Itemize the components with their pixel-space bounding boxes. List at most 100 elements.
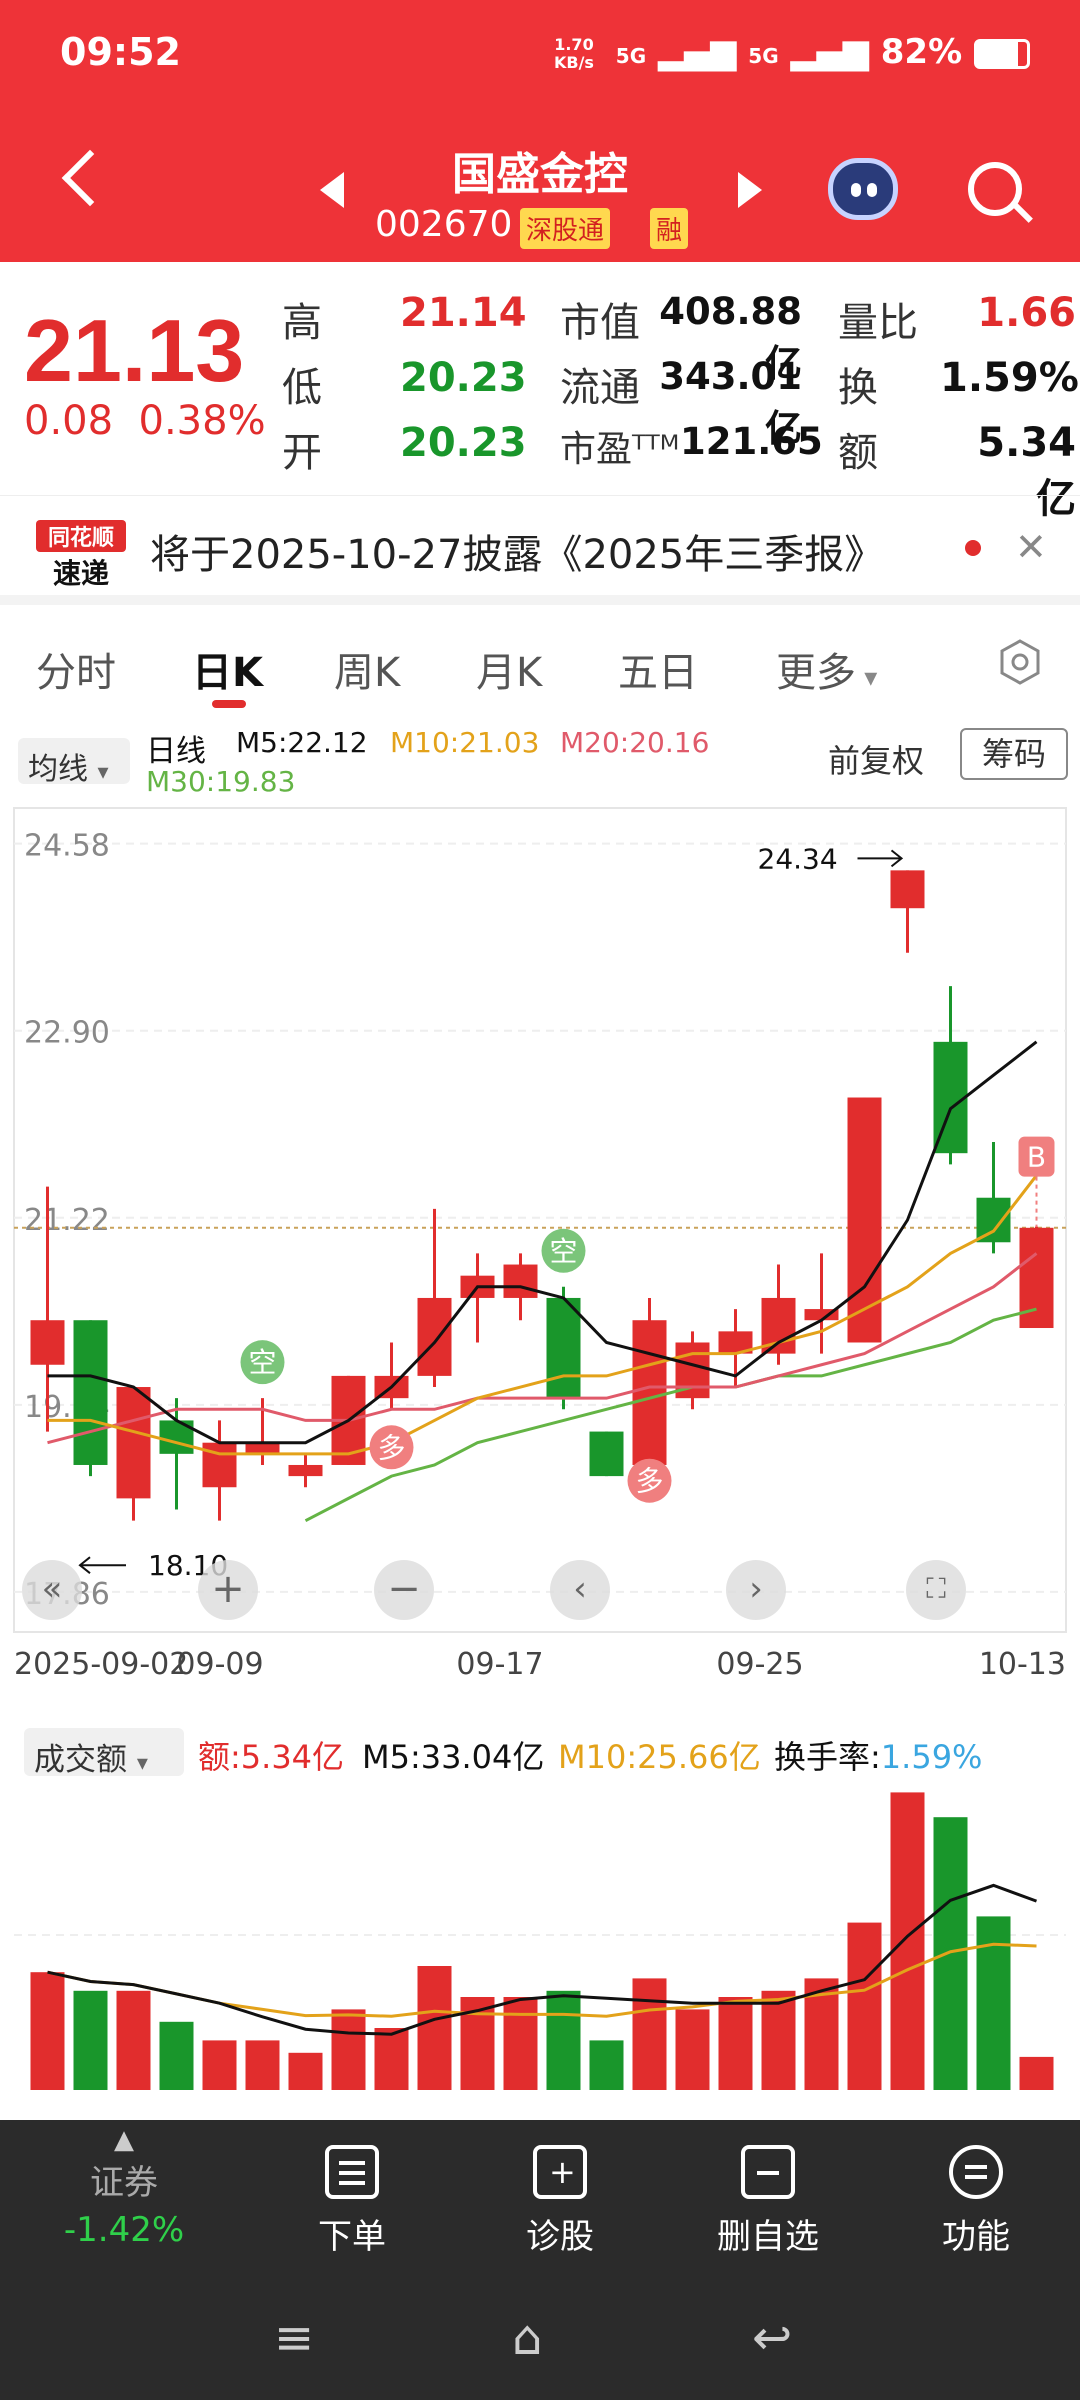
- volume-bar: [718, 1997, 753, 2090]
- chip-button[interactable]: 筹码: [960, 728, 1068, 780]
- tab-weekly-k[interactable]: 周K: [334, 640, 400, 698]
- close-icon[interactable]: ✕: [1015, 525, 1047, 569]
- zoom-in-icon[interactable]: +: [198, 1560, 258, 1620]
- remove-watchlist-button[interactable]: 删自选: [688, 2145, 848, 2258]
- market-index-button[interactable]: ▲ 证券 -1.42%: [44, 2125, 204, 2250]
- volume-bar: [1019, 2056, 1054, 2090]
- signal-icon-2: ▂▄▆: [790, 32, 869, 72]
- volume-indicator-selector[interactable]: 成交额 ▾: [24, 1728, 184, 1778]
- fullscreen-icon[interactable]: ⛶: [906, 1560, 966, 1620]
- float-label: 流通: [560, 365, 640, 411]
- turnover-value: 1.59%: [940, 355, 1079, 401]
- chevron-down-icon: ▾: [856, 663, 878, 693]
- order-button[interactable]: 下单: [272, 2145, 432, 2258]
- ma30-line: [304, 1307, 1037, 1522]
- volume-ratio-value: 1.66: [977, 290, 1076, 336]
- adjust-mode[interactable]: 前复权: [828, 736, 924, 782]
- margin-badge: 融: [650, 208, 689, 249]
- x-tick-label: 10-13: [979, 1647, 1066, 1680]
- candlestick-chart[interactable]: 24.5822.9021.2219.5417.86空多空多B24.3418.10…: [0, 800, 1080, 1680]
- open-value: 20.23: [400, 420, 527, 466]
- nav-home-icon[interactable]: ⌂: [512, 2310, 542, 2366]
- sell-signal-label: 空: [549, 1235, 577, 1268]
- scroll-left-icon[interactable]: ‹: [550, 1560, 610, 1620]
- diagnose-button[interactable]: + 诊股: [480, 2145, 640, 2258]
- volume-bar: [976, 1916, 1011, 2090]
- net-speed: 1.70 KB/s: [553, 34, 594, 72]
- x-tick-label: 09-17: [456, 1647, 543, 1680]
- volume-chart[interactable]: [0, 1780, 1080, 2100]
- low-label: 低: [282, 365, 322, 411]
- nav-menu-icon[interactable]: ≡: [274, 2310, 314, 2366]
- x-tick-label: 09-09: [176, 1647, 263, 1680]
- turnover-rate: 换手率:1.59%: [774, 1738, 983, 1776]
- status-time: 09:52: [60, 30, 181, 74]
- amount-label: 额: [838, 430, 878, 476]
- candle-body: [976, 1197, 1011, 1243]
- stock-code: 002670: [375, 204, 513, 245]
- volume-bar: [73, 1990, 108, 2090]
- search-icon-handle: [1013, 203, 1033, 223]
- battery-level: 82%: [880, 32, 963, 72]
- volume-bar: [374, 2028, 409, 2090]
- diagnose-icon: +: [533, 2145, 587, 2199]
- b-point-label: B: [1027, 1141, 1046, 1174]
- high-value: 21.14: [400, 290, 527, 336]
- volume-bar: [288, 2052, 323, 2090]
- price-change: 0.08 0.38%: [24, 398, 266, 444]
- nav-back-icon[interactable]: ↩: [752, 2310, 792, 2366]
- y-tick-label: 24.58: [24, 829, 110, 864]
- high-label: 高: [282, 300, 322, 346]
- x-tick-label: 2025-09-02: [14, 1647, 188, 1680]
- volume-ma5: M5:33.04亿: [362, 1738, 545, 1776]
- volume-bar: [890, 1792, 925, 2090]
- volume-bar: [30, 1972, 65, 2090]
- pe-value: 121.65: [680, 420, 823, 463]
- period-label: 日线: [146, 734, 206, 769]
- chart-settings-icon[interactable]: [996, 638, 1044, 686]
- tab-daily-k[interactable]: 日K: [192, 640, 263, 698]
- candle-body: [116, 1387, 151, 1499]
- volume-bar: [546, 1990, 581, 2090]
- volume-bar: [675, 2009, 710, 2090]
- signal-icon: ▂▄▆: [657, 32, 737, 72]
- tab-intraday[interactable]: 分时: [36, 640, 116, 698]
- candle-body: [30, 1320, 65, 1365]
- indicator-selector[interactable]: 均线 ▾: [18, 738, 130, 787]
- network-5g-2: 5G: [748, 44, 779, 68]
- assistant-robot-icon[interactable]: [828, 158, 898, 220]
- candle-body: [890, 870, 925, 909]
- candle-body: [288, 1464, 323, 1477]
- unread-dot: [965, 540, 981, 556]
- volume-bar: [202, 2040, 237, 2090]
- network-5g-1: 5G: [615, 44, 647, 68]
- candle-body: [632, 1320, 667, 1465]
- volume-bar: [847, 1922, 882, 2090]
- zoom-out-icon[interactable]: −: [374, 1560, 434, 1620]
- volume-amount: 额:5.34亿: [198, 1738, 345, 1776]
- volume-bar: [761, 1990, 796, 2090]
- rewind-icon[interactable]: «: [22, 1560, 82, 1620]
- ma5-legend: M5:22.12: [236, 726, 368, 759]
- tab-more[interactable]: 更多 ▾: [776, 640, 877, 698]
- notice-text[interactable]: 将于2025-10-27披露《2025年三季报》: [150, 522, 884, 580]
- scroll-right-icon[interactable]: ›: [726, 1560, 786, 1620]
- mcap-label: 市值: [560, 300, 640, 346]
- volume-bar: [632, 1978, 667, 2090]
- app-header: 09:52 1.70 KB/s 5G ▂▄▆ 5G ▂▄▆ 82% 国盛金控 00…: [0, 0, 1080, 262]
- x-tick-label: 09-25: [716, 1647, 803, 1680]
- sell-signal-label: 空: [248, 1346, 276, 1379]
- candle-body: [546, 1297, 581, 1399]
- ma20-line: [47, 1252, 1038, 1445]
- ths-express-logo: 同花顺 速递: [36, 520, 126, 590]
- open-label: 开: [282, 430, 322, 476]
- function-button[interactable]: 功能: [896, 2145, 1056, 2258]
- volume-ma10: M10:25.66亿: [558, 1738, 761, 1776]
- chevron-up-icon: ▲: [114, 2125, 134, 2155]
- tab-monthly-k[interactable]: 月K: [476, 640, 542, 698]
- tab-five-day[interactable]: 五日: [618, 640, 698, 698]
- turnover-label: 换: [838, 365, 878, 411]
- volume-bar: [417, 1966, 452, 2090]
- menu-icon: [949, 2145, 1003, 2199]
- candle-body: [417, 1297, 452, 1376]
